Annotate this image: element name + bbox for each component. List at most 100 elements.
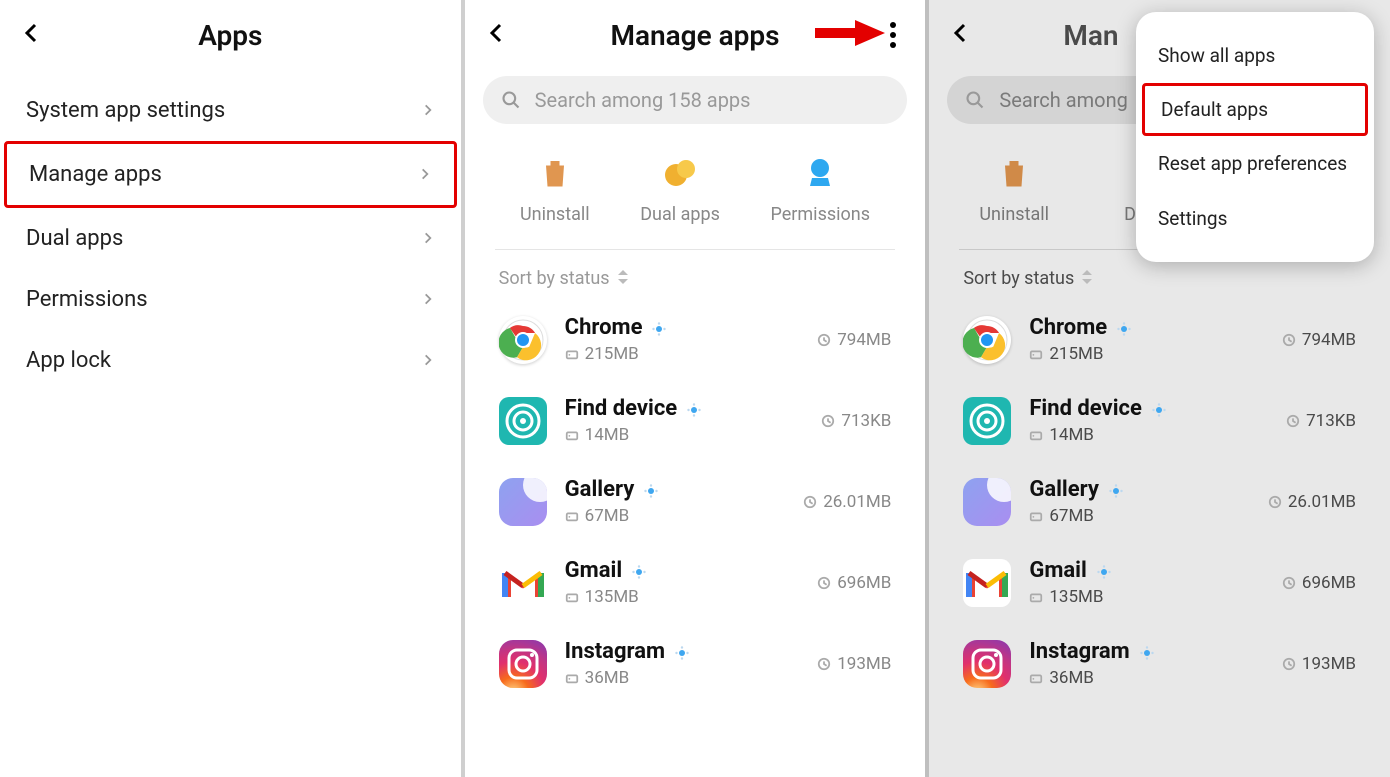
uninstall-button[interactable]: Uninstall [979, 152, 1049, 225]
app-row-instagram[interactable]: Instagram36MB 193MB [963, 623, 1356, 704]
app-storage: 36MB [585, 668, 630, 688]
chevron-right-icon [421, 348, 435, 373]
app-name: Find device [565, 396, 678, 421]
uninstall-button[interactable]: Uninstall [520, 152, 590, 225]
search-input[interactable]: Search among 158 apps [483, 76, 908, 124]
app-body: Chrome 215MB [565, 315, 800, 364]
popup-settings[interactable]: Settings [1136, 191, 1374, 246]
action-row: Uninstall Dual apps Permissions [495, 142, 896, 250]
app-list: Chrome215MB794MBFind device14MB713KBGall… [465, 299, 926, 704]
app-data-size: 696MB [1302, 573, 1356, 593]
overflow-menu: Show all apps Default apps Reset app pre… [1136, 12, 1374, 262]
tutorial-arrow-icon [815, 18, 885, 52]
chevron-right-icon [421, 226, 435, 251]
app-storage: 14MB [1049, 425, 1094, 445]
clock-icon [803, 495, 817, 509]
menu-item-dual-apps[interactable]: Dual apps [4, 208, 457, 269]
storage-icon [1029, 428, 1043, 442]
back-icon[interactable] [949, 21, 973, 49]
back-icon[interactable] [20, 21, 44, 49]
app-icon [963, 316, 1011, 364]
back-icon[interactable] [485, 21, 509, 49]
menu-item-manage-apps[interactable]: Manage apps [4, 141, 457, 208]
menu-label: App lock [26, 348, 111, 373]
app-name: Gmail [1029, 558, 1086, 583]
clock-icon [1282, 576, 1296, 590]
menu-label: System app settings [26, 98, 225, 123]
app-row-gallery[interactable]: Gallery 67MB 26.01MB [499, 461, 892, 542]
sort-arrows-icon [618, 268, 628, 289]
dual-icon [659, 152, 701, 194]
app-row-gallery[interactable]: Gallery 67MB 26.01MB [963, 461, 1356, 542]
app-row-chrome[interactable]: Chrome215MB794MB [963, 299, 1356, 380]
menu-label: Dual apps [26, 226, 123, 251]
sort-toggle[interactable]: Sort by status [465, 250, 926, 299]
menu-label: Manage apps [29, 162, 162, 187]
storage-icon [565, 509, 579, 523]
app-body: Find device14MB [1029, 396, 1268, 445]
app-data-size: 713KB [841, 411, 891, 431]
app-name: Instagram [1029, 639, 1129, 664]
app-name: Chrome [565, 315, 643, 340]
app-row-instagram[interactable]: Instagram 36MB 193MB [499, 623, 892, 704]
permissions-icon [799, 152, 841, 194]
manage-apps-panel-menu-open: Man Search among Uninstall D Sort by sta… [929, 0, 1390, 777]
app-row-gmail[interactable]: Gmail135MB 696MB [963, 542, 1356, 623]
action-label: D [1124, 204, 1136, 225]
sort-label: Sort by status [963, 268, 1074, 289]
app-name: Gallery [565, 477, 635, 502]
popup-default-apps[interactable]: Default apps [1142, 83, 1368, 136]
app-row-gmail[interactable]: Gmail135MB696MB [499, 542, 892, 623]
dual-apps-button[interactable]: Dual apps [640, 152, 720, 225]
action-label: Permissions [771, 204, 871, 225]
popup-show-all-apps[interactable]: Show all apps [1136, 28, 1374, 83]
app-storage: 67MB [1049, 506, 1094, 526]
app-data: 713KB [1286, 411, 1356, 431]
storage-icon [1029, 347, 1043, 361]
clock-icon [1282, 333, 1296, 347]
menu-item-permissions[interactable]: Permissions [4, 269, 457, 330]
menu-item-app-lock[interactable]: App lock [4, 330, 457, 391]
app-row-find-device[interactable]: Find device14MB713KB [499, 380, 892, 461]
app-storage: 215MB [585, 344, 639, 364]
app-data: 193MB [1282, 654, 1356, 674]
chevron-right-icon [418, 162, 432, 187]
storage-icon [565, 671, 579, 685]
app-row-chrome[interactable]: Chrome215MB794MB [499, 299, 892, 380]
app-body: Gmail135MB [1029, 558, 1264, 607]
header: Manage apps [465, 0, 926, 70]
app-body: Gallery 67MB [565, 477, 786, 526]
clock-icon [817, 576, 831, 590]
clock-icon [1268, 495, 1282, 509]
popup-reset-app-preferences[interactable]: Reset app preferences [1136, 136, 1374, 191]
page-title: Apps [44, 19, 417, 52]
app-storage: 215MB [1049, 344, 1103, 364]
sort-arrows-icon [1082, 268, 1092, 289]
clock-icon [821, 414, 835, 428]
clock-icon [817, 333, 831, 347]
app-icon [963, 397, 1011, 445]
app-body: Instagram36MB [1029, 639, 1264, 688]
app-data: 713KB [821, 411, 891, 431]
storage-icon [1029, 590, 1043, 604]
app-storage: 67MB [585, 506, 630, 526]
app-data-size: 26.01MB [823, 492, 891, 512]
app-data: 26.01MB [1268, 492, 1356, 512]
app-row-find-device[interactable]: Find device14MB 713KB [963, 380, 1356, 461]
update-indicator-icon [675, 645, 689, 659]
app-name: Instagram [565, 639, 665, 664]
search-icon [501, 90, 521, 110]
app-data-size: 713KB [1306, 411, 1356, 431]
update-indicator-icon [687, 402, 701, 416]
app-name: Gallery [1029, 477, 1099, 502]
app-data: 794MB [1282, 330, 1356, 350]
app-data: 26.01MB [803, 492, 891, 512]
app-data-size: 193MB [837, 654, 891, 674]
app-icon [499, 397, 547, 445]
storage-icon [1029, 509, 1043, 523]
search-icon [965, 90, 985, 110]
update-indicator-icon [1140, 645, 1154, 659]
settings-menu: System app settings Manage apps Dual app… [0, 70, 461, 401]
menu-item-system-app-settings[interactable]: System app settings [4, 80, 457, 141]
permissions-button[interactable]: Permissions [771, 152, 871, 225]
